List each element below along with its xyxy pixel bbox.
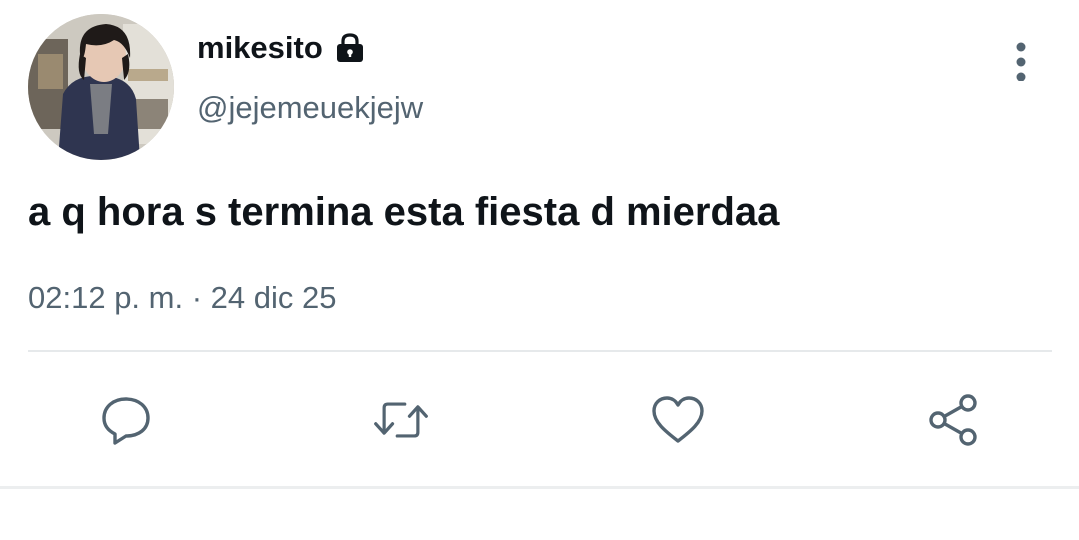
heart-icon bbox=[652, 396, 704, 443]
tweet-text: a q hora s termina esta fiesta d mierdaa bbox=[28, 190, 780, 234]
display-name[interactable]: mikesito bbox=[197, 28, 323, 68]
retweet-icon bbox=[374, 402, 428, 438]
divider bbox=[28, 350, 1052, 352]
user-handle[interactable]: @jejemeuekjejw bbox=[197, 88, 423, 128]
vertical-dots-icon bbox=[1016, 42, 1026, 81]
bottom-divider bbox=[0, 486, 1079, 489]
share-button[interactable] bbox=[923, 390, 983, 450]
display-name-row[interactable]: mikesito bbox=[197, 28, 367, 68]
reply-button[interactable] bbox=[96, 390, 156, 450]
share-icon bbox=[929, 394, 977, 446]
retweet-button[interactable] bbox=[371, 390, 431, 450]
tweet-timestamp[interactable]: 02:12 p. m. · 24 dic 25 bbox=[28, 278, 336, 318]
more-options-button[interactable] bbox=[1000, 38, 1042, 84]
avatar-image bbox=[28, 14, 174, 160]
lock-icon bbox=[333, 31, 367, 65]
like-button[interactable] bbox=[648, 390, 708, 450]
avatar[interactable] bbox=[28, 14, 174, 160]
comment-bubble-icon bbox=[102, 397, 150, 445]
